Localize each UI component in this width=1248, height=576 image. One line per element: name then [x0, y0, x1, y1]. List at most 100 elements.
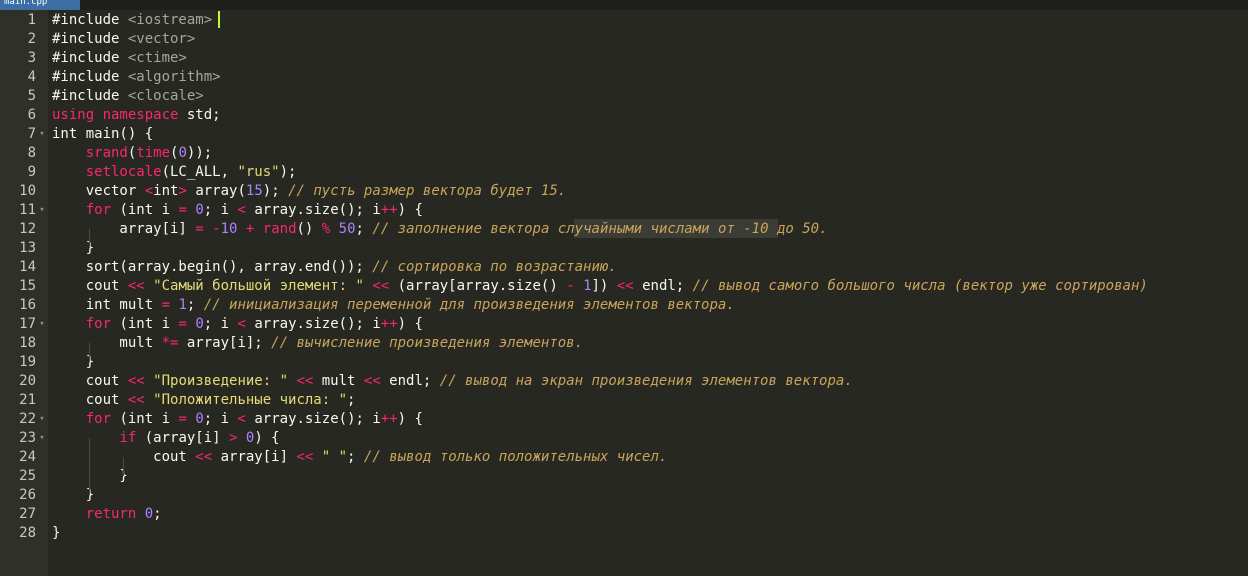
- code-token: ++: [380, 411, 398, 427]
- code-line[interactable]: 17 ▾ for (int i = 0; i < array.size(); i+…: [0, 315, 1248, 334]
- code-line[interactable]: 22 ▾ for (int i = 0; i < array.size(); i+…: [0, 410, 1248, 429]
- code-token: time: [136, 145, 171, 161]
- code-token: <algorithm>: [127, 69, 221, 85]
- code-token: <: [237, 316, 246, 332]
- line-number: 21: [19, 392, 36, 408]
- line-number: 26: [19, 487, 36, 503]
- code-line[interactable]: 15 cout << "Самый большой элемент: " << …: [0, 277, 1248, 296]
- code-line[interactable]: 24 cout << array[i] << " "; // вывод тол…: [0, 448, 1248, 467]
- line-number: 24: [19, 449, 36, 465]
- code-token: mult: [313, 373, 364, 389]
- code-token: 0: [178, 145, 187, 161]
- code-token: srand: [85, 145, 128, 161]
- code-token: cout: [52, 278, 128, 294]
- code-token: }: [52, 487, 95, 503]
- code-line[interactable]: 28}: [0, 524, 1248, 543]
- code-token: endl;: [633, 278, 693, 294]
- code-text: mult *= array[i]; // вычисление произвед…: [52, 334, 583, 353]
- code-line[interactable]: 12 array[i] = -10 + rand() % 50; // запо…: [0, 220, 1248, 239]
- code-line[interactable]: 14 sort(array.begin(), array.end()); // …: [0, 258, 1248, 277]
- code-token: array[i]: [212, 449, 297, 465]
- code-line[interactable]: 1 #include <iostream>: [0, 11, 1248, 30]
- code-token: <<: [195, 449, 213, 465]
- code-line[interactable]: 16 int mult = 1; // инициализация переме…: [0, 296, 1248, 315]
- code-line[interactable]: 25 }: [0, 467, 1248, 486]
- code-line[interactable]: 8 srand(time(0));: [0, 144, 1248, 163]
- code-line[interactable]: 19 }: [0, 353, 1248, 372]
- code-token: 15: [245, 183, 263, 199]
- code-token: ) {: [397, 411, 423, 427]
- code-line[interactable]: 5 #include <clocale>: [0, 87, 1248, 106]
- code-text: #include <algorithm>: [52, 68, 221, 87]
- code-editor[interactable]: 1 #include <iostream> 2 #include <vector> 3 #…: [0, 10, 1248, 576]
- code-token: =: [195, 221, 204, 237]
- code-token: endl;: [380, 373, 440, 389]
- fold-arrow-icon[interactable]: ▾: [38, 315, 46, 334]
- line-number: 8: [27, 145, 36, 161]
- code-token: int mult: [52, 297, 162, 313]
- code-line[interactable]: 26 }: [0, 486, 1248, 505]
- code-line[interactable]: 13 }: [0, 239, 1248, 258]
- code-line[interactable]: 9 setlocale(LC_ALL, "rus");: [0, 163, 1248, 182]
- fold-arrow-icon[interactable]: ▾: [38, 429, 46, 448]
- code-line[interactable]: 6 using namespace std;: [0, 106, 1248, 125]
- code-line[interactable]: 20 cout << "Произведение: " << mult << e…: [0, 372, 1248, 391]
- line-number: 12: [19, 221, 36, 237]
- code-token: "Произведение: ": [153, 373, 289, 389]
- code-line[interactable]: 7 ▾ int main() {: [0, 125, 1248, 144]
- code-line[interactable]: 10 vector <int> array(15); // пусть разм…: [0, 182, 1248, 201]
- code-text: array[i] = -10 + rand() % 50; // заполне…: [52, 220, 827, 239]
- code-text: int mult = 1; // инициализация переменно…: [52, 296, 735, 315]
- fold-arrow-icon[interactable]: ▾: [38, 201, 46, 220]
- code-token: <iostream>: [127, 12, 213, 28]
- code-line[interactable]: 23 ▾ if (array[i] > 0) {: [0, 429, 1248, 448]
- code-token: <<: [127, 278, 145, 294]
- line-number: 3: [27, 50, 36, 66]
- code-line[interactable]: 27 return 0;: [0, 505, 1248, 524]
- code-token: 0: [195, 411, 204, 427]
- code-line[interactable]: 11 ▾ for (int i = 0; i < array.size(); i+…: [0, 201, 1248, 220]
- code-token: return: [85, 506, 137, 522]
- code-text: #include <ctime>: [52, 49, 187, 68]
- code-token: (array[i]: [136, 430, 230, 446]
- code-token: ;: [355, 221, 373, 237]
- code-token: if: [119, 430, 137, 446]
- code-token: <<: [363, 373, 381, 389]
- fold-arrow-icon[interactable]: ▾: [38, 410, 46, 429]
- line-number: 16: [19, 297, 36, 313]
- code-line[interactable]: 21 cout << "Положительные числа: ";: [0, 391, 1248, 410]
- fold-arrow-icon[interactable]: ▾: [38, 125, 46, 144]
- code-token: -: [212, 221, 221, 237]
- indent-guide: [89, 438, 90, 495]
- line-number: 18: [19, 335, 36, 351]
- code-token: ;: [347, 392, 356, 408]
- code-token: array(: [186, 183, 246, 199]
- code-line[interactable]: 2 #include <vector>: [0, 30, 1248, 49]
- code-token: using namespace: [52, 107, 179, 123]
- code-line[interactable]: 18 mult *= array[i]; // вычисление произ…: [0, 334, 1248, 353]
- code-token: "rus": [237, 164, 280, 180]
- code-text: int main() {: [52, 125, 153, 144]
- code-line[interactable]: 3 #include <ctime>: [0, 49, 1248, 68]
- code-line[interactable]: 4 #include <algorithm>: [0, 68, 1248, 87]
- code-token: (LC_ALL,: [161, 164, 238, 180]
- code-token: =: [178, 411, 187, 427]
- code-token: array.size(); i: [245, 411, 381, 427]
- code-token: 0: [195, 202, 204, 218]
- code-token: ));: [186, 145, 213, 161]
- code-token: <<: [127, 392, 145, 408]
- code-token: #include: [52, 12, 128, 28]
- code-text: vector <int> array(15); // пусть размер …: [52, 182, 567, 201]
- code-token: "Самый большой элемент: ": [153, 278, 364, 294]
- code-token: 50: [338, 221, 356, 237]
- tab-main-cpp[interactable]: main.cpp: [0, 0, 80, 10]
- code-token: array[i];: [178, 335, 272, 351]
